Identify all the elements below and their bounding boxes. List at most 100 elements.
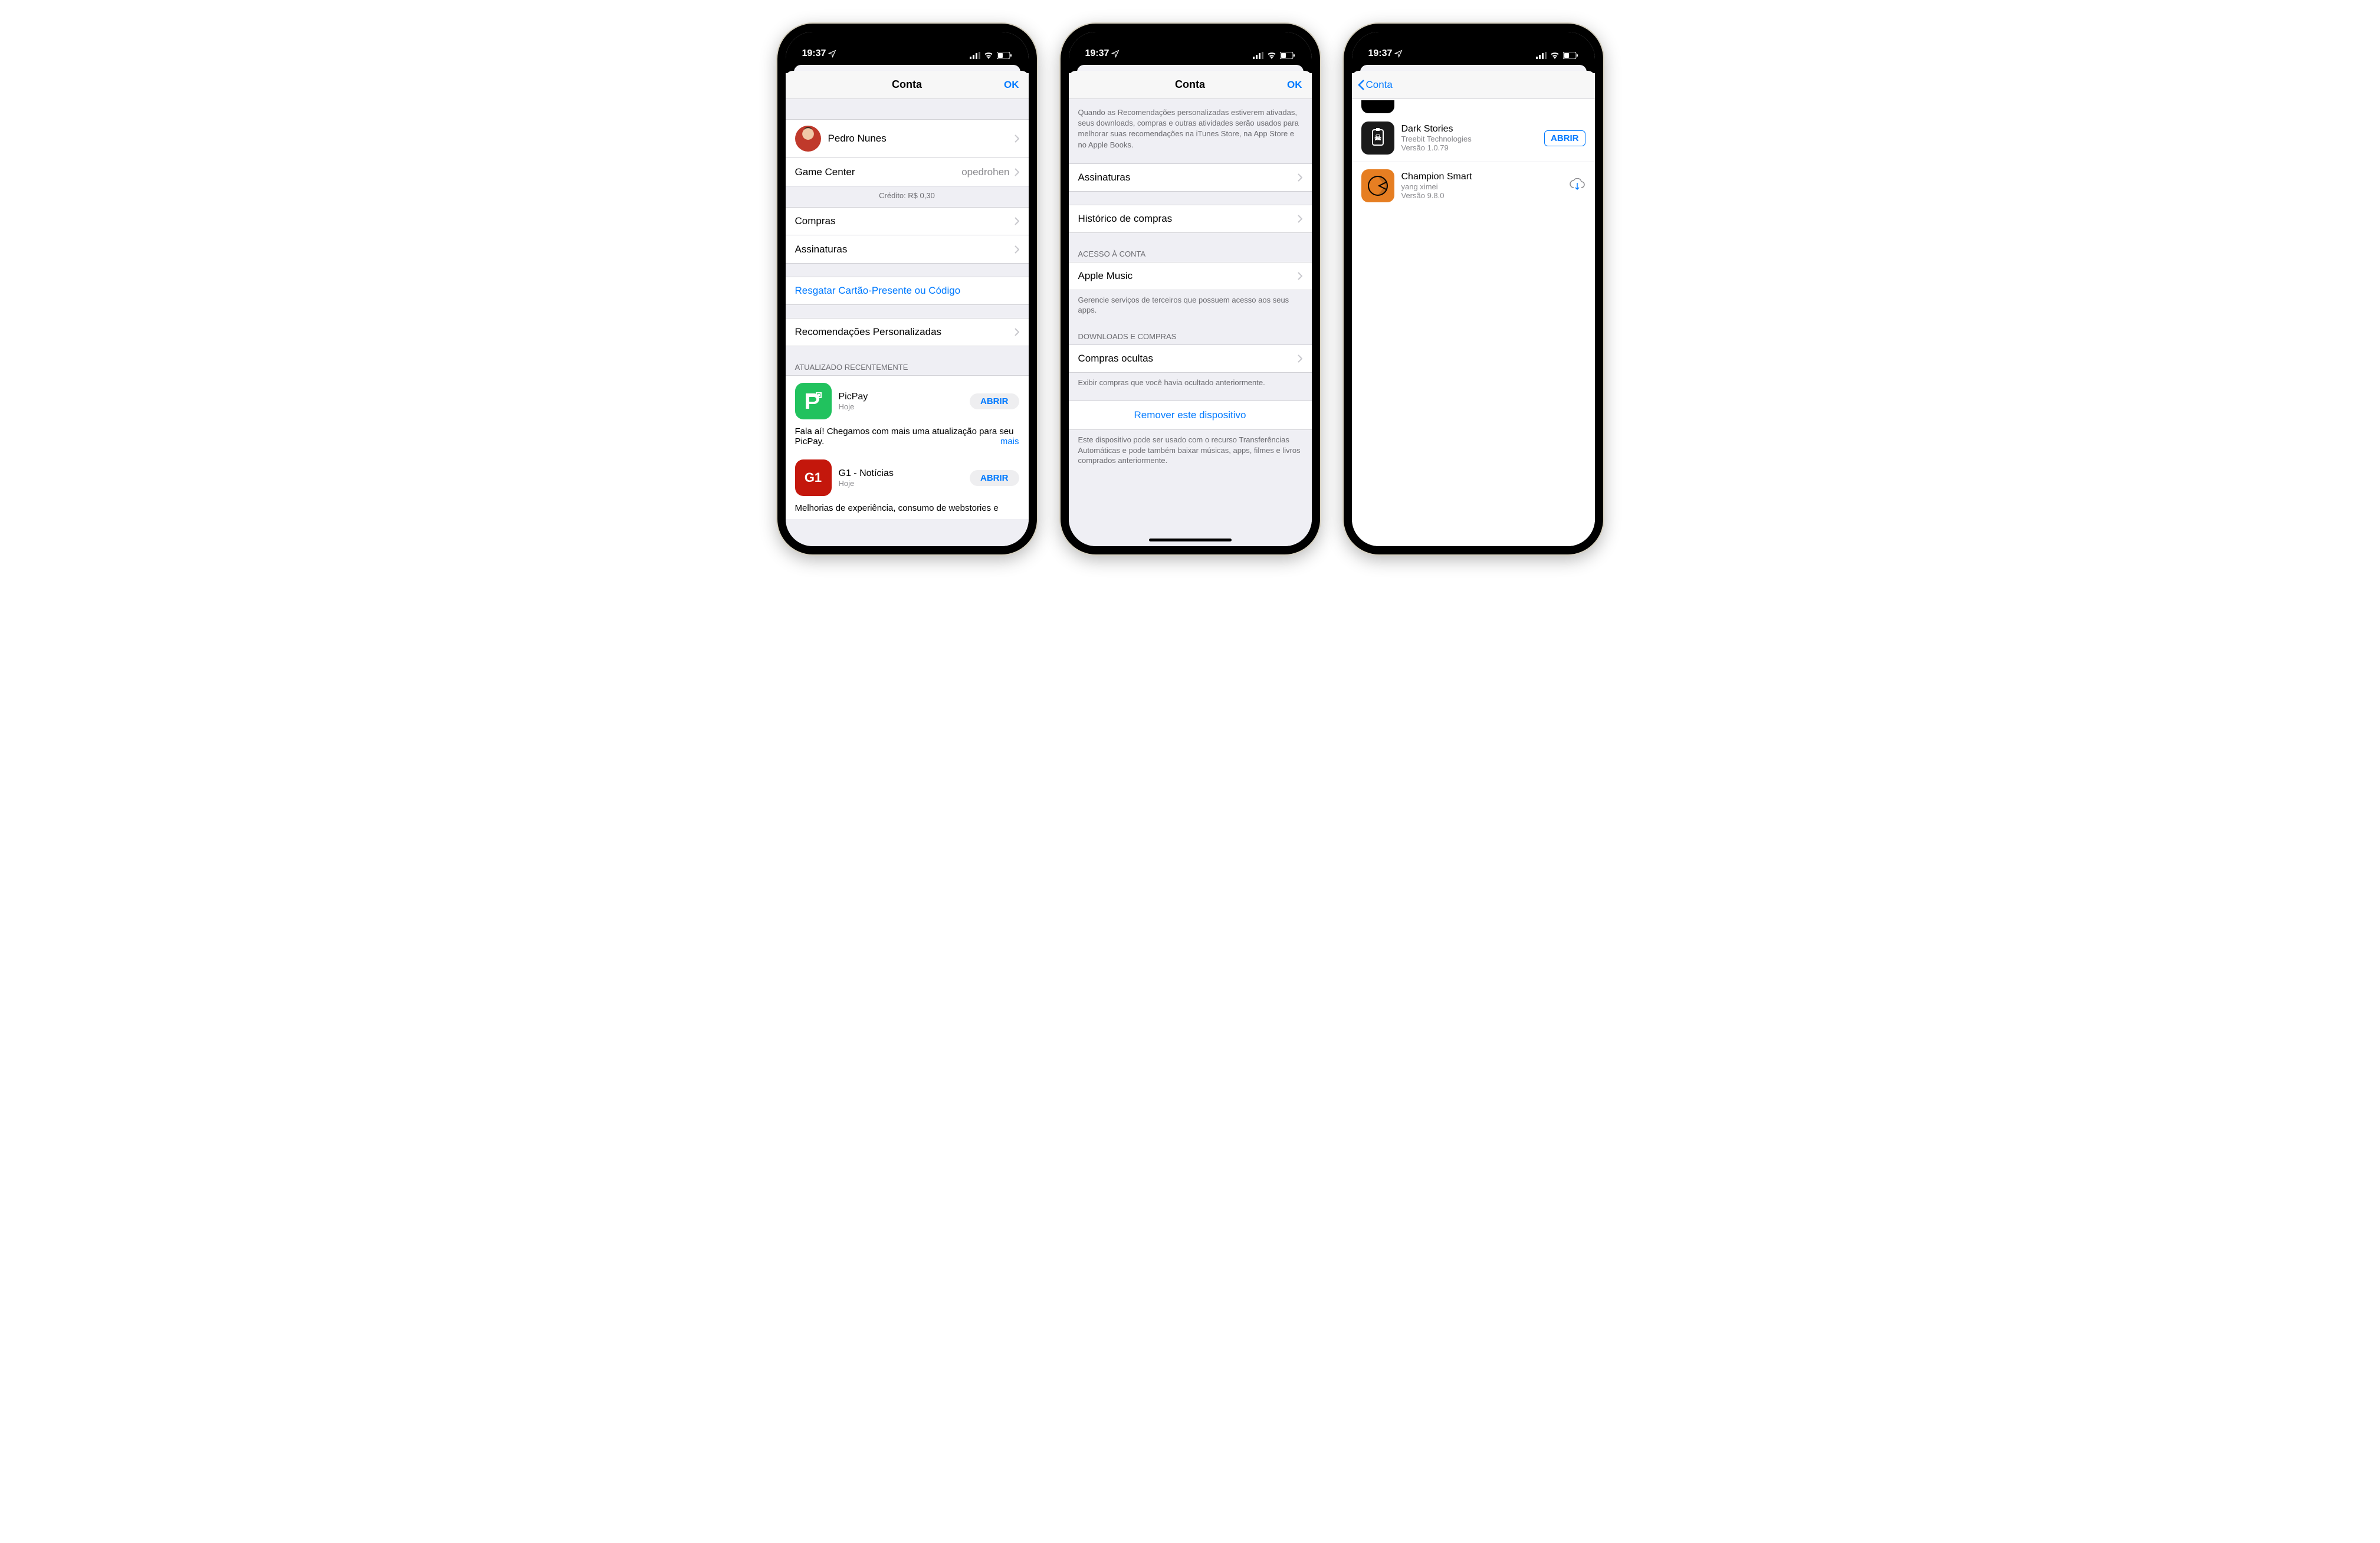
battery-icon xyxy=(1280,52,1295,59)
location-icon xyxy=(828,50,836,58)
app-dev: yang ximei xyxy=(1401,182,1562,191)
nav-title: Conta xyxy=(1175,78,1205,91)
cellular-icon xyxy=(1536,52,1547,59)
assinaturas-row[interactable]: Assinaturas xyxy=(1069,163,1312,192)
phone-frame-3: 19:37 Conta ☠ xyxy=(1344,24,1603,554)
update-note: Fala aí! Chegamos com mais uma atualizaç… xyxy=(786,426,1029,452)
nav-bar: Conta OK xyxy=(786,71,1029,99)
assinaturas-row[interactable]: Assinaturas xyxy=(786,235,1029,264)
chevron-icon xyxy=(1015,168,1019,176)
screen-3: 19:37 Conta ☠ xyxy=(1352,32,1595,546)
credit-label: Crédito: R$ 0,30 xyxy=(786,186,1029,205)
cellular-icon xyxy=(970,52,980,59)
app-row-picpay[interactable]: PicPay Hoje ABRIR xyxy=(786,375,1029,426)
downloads-section-header: DOWNLOADS E COMPRAS xyxy=(1069,329,1312,344)
partial-app-row xyxy=(1352,99,1595,114)
compras-label: Compras xyxy=(795,215,1015,227)
phone-frame-2: 19:37 Conta OK Quando as Recomendações p… xyxy=(1061,24,1320,554)
app-sub: Hoje xyxy=(839,479,963,488)
app-row-dark-stories[interactable]: ☠ Dark Stories Treebit Technologies Vers… xyxy=(1352,114,1595,162)
ocultas-footer: Exibir compras que você havia ocultado a… xyxy=(1069,373,1312,388)
app-version: Versão 9.8.0 xyxy=(1401,191,1562,200)
chevron-icon xyxy=(1298,173,1302,182)
content-area[interactable]: Pedro Nunes Game Center opedrohen Crédit… xyxy=(786,99,1029,546)
more-link[interactable]: mais xyxy=(1000,436,1019,447)
app-name: PicPay xyxy=(839,392,963,402)
updated-section-header: ATUALIZADO RECENTEMENTE xyxy=(786,359,1029,375)
cell-label: Assinaturas xyxy=(1078,172,1298,183)
nav-bar: Conta OK xyxy=(1069,71,1312,99)
nav-bar: Conta xyxy=(1352,71,1595,99)
screen-1: 19:37 Conta OK Pedro Nunes Gam xyxy=(786,32,1029,546)
status-time: 19:37 xyxy=(1085,48,1109,59)
assinaturas-label: Assinaturas xyxy=(795,244,1015,255)
app-name: G1 - Notícias xyxy=(839,468,963,479)
gamecenter-label: Game Center xyxy=(795,166,962,178)
location-icon xyxy=(1394,50,1403,58)
notch xyxy=(1420,32,1527,48)
nav-ok-button[interactable]: OK xyxy=(1004,79,1019,91)
app-name: Champion Smart xyxy=(1401,172,1562,182)
acesso-section-header: ACESSO À CONTA xyxy=(1069,246,1312,262)
app-sub: Hoje xyxy=(839,402,963,411)
nav-back-button[interactable]: Conta xyxy=(1358,79,1393,91)
svg-text:☠: ☠ xyxy=(1374,133,1381,142)
avatar xyxy=(795,126,821,152)
open-button[interactable]: ABRIR xyxy=(1544,130,1585,146)
remove-device-button[interactable]: Remover este dispositivo xyxy=(1069,400,1312,430)
nav-ok-button[interactable]: OK xyxy=(1287,79,1302,91)
chevron-icon xyxy=(1015,328,1019,336)
app-name: Dark Stories xyxy=(1401,124,1538,134)
app-row-champion-smart[interactable]: Champion Smart yang ximei Versão 9.8.0 xyxy=(1352,162,1595,209)
nav-title: Conta xyxy=(892,78,922,91)
cell-label: Apple Music xyxy=(1078,270,1298,282)
compras-row[interactable]: Compras xyxy=(786,207,1029,235)
content-area[interactable]: Quando as Recomendações personalizadas e… xyxy=(1069,99,1312,546)
redeem-label: Resgatar Cartão-Presente ou Código xyxy=(795,285,1019,297)
gamecenter-row[interactable]: Game Center opedrohen xyxy=(786,158,1029,186)
profile-row[interactable]: Pedro Nunes xyxy=(786,119,1029,158)
chevron-left-icon xyxy=(1358,79,1365,91)
partial-app-icon xyxy=(1361,100,1394,113)
phone-frame-1: 19:37 Conta OK Pedro Nunes Gam xyxy=(777,24,1037,554)
recommendations-label: Recomendações Personalizadas xyxy=(795,326,1015,338)
battery-icon xyxy=(1563,52,1578,59)
cell-label: Compras ocultas xyxy=(1078,353,1298,365)
cell-label: Histórico de compras xyxy=(1078,213,1298,225)
home-indicator[interactable] xyxy=(1149,539,1232,541)
chevron-icon xyxy=(1298,354,1302,363)
chevron-icon xyxy=(1298,272,1302,280)
notch xyxy=(1137,32,1243,48)
cellular-icon xyxy=(1253,52,1263,59)
app-icon-picpay xyxy=(795,383,832,419)
battery-icon xyxy=(997,52,1012,59)
open-button[interactable]: ABRIR xyxy=(970,470,1019,486)
applemusic-row[interactable]: Apple Music xyxy=(1069,262,1312,290)
status-time: 19:37 xyxy=(802,48,826,59)
profile-name: Pedro Nunes xyxy=(828,133,1015,145)
recommendations-row[interactable]: Recomendações Personalizadas xyxy=(786,318,1029,346)
chevron-icon xyxy=(1015,134,1019,143)
update-note: Melhorias de experiência, consumo de web… xyxy=(786,503,1029,519)
compras-ocultas-row[interactable]: Compras ocultas xyxy=(1069,344,1312,373)
chevron-icon xyxy=(1015,217,1019,225)
open-button[interactable]: ABRIR xyxy=(970,393,1019,409)
app-row-g1[interactable]: G1 G1 - Notícias Hoje ABRIR xyxy=(786,452,1029,503)
wifi-icon xyxy=(1550,52,1560,59)
nav-back-label: Conta xyxy=(1366,79,1393,91)
historico-row[interactable]: Histórico de compras xyxy=(1069,205,1312,233)
app-icon-dark-stories: ☠ xyxy=(1361,122,1394,155)
content-area[interactable]: ☠ Dark Stories Treebit Technologies Vers… xyxy=(1352,99,1595,546)
wifi-icon xyxy=(1267,52,1276,59)
chevron-icon xyxy=(1298,215,1302,223)
app-version: Versão 1.0.79 xyxy=(1401,143,1538,152)
acesso-footer: Gerencie serviços de terceiros que possu… xyxy=(1069,290,1312,316)
redeem-row[interactable]: Resgatar Cartão-Presente ou Código xyxy=(786,277,1029,305)
update-note-text: Fala aí! Chegamos com mais uma atualizaç… xyxy=(795,426,1014,447)
download-cloud-icon[interactable] xyxy=(1569,178,1585,194)
gamecenter-value: opedrohen xyxy=(961,166,1009,178)
app-icon-champion-smart xyxy=(1361,169,1394,202)
wifi-icon xyxy=(984,52,993,59)
recommendations-description: Quando as Recomendações personalizadas e… xyxy=(1069,99,1312,150)
remove-footer: Este dispositivo pode ser usado com o re… xyxy=(1069,430,1312,466)
